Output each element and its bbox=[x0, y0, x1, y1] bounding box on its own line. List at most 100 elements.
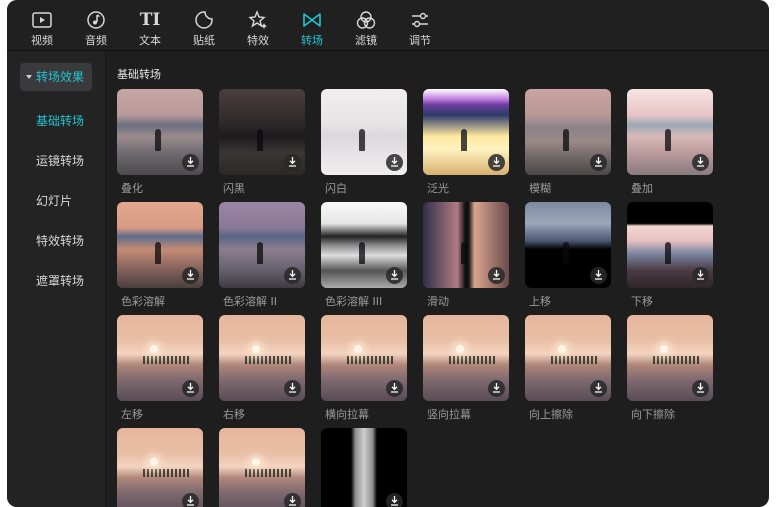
transition-label: 向上擦除 bbox=[529, 408, 573, 421]
sidebar-item-camera[interactable]: 运镜转场 bbox=[36, 153, 84, 169]
figure-silhouette bbox=[562, 241, 569, 264]
tab-filter[interactable]: 滤镜 bbox=[339, 0, 393, 50]
figure-silhouette bbox=[358, 128, 365, 151]
transition-thumbnail[interactable] bbox=[321, 202, 407, 288]
figure-silhouette bbox=[562, 128, 569, 151]
sticker-icon bbox=[193, 10, 215, 30]
download-icon[interactable] bbox=[284, 380, 301, 397]
sidebar-header-label: 转场效果 bbox=[36, 70, 85, 84]
transition-thumbnail[interactable] bbox=[117, 428, 203, 507]
transition-thumbnail[interactable] bbox=[423, 315, 509, 401]
download-icon[interactable] bbox=[692, 380, 709, 397]
download-icon[interactable] bbox=[590, 154, 607, 171]
transition-thumbnail[interactable] bbox=[117, 202, 203, 288]
figure-silhouette bbox=[256, 128, 263, 151]
download-icon[interactable] bbox=[386, 493, 403, 507]
reeds-silhouette bbox=[652, 356, 701, 365]
figure-silhouette bbox=[460, 128, 467, 151]
download-icon[interactable] bbox=[284, 154, 301, 171]
reeds-silhouette bbox=[244, 356, 293, 365]
tab-effects-label: 特效 bbox=[247, 34, 269, 47]
download-icon[interactable] bbox=[284, 267, 301, 284]
section-title: 基础转场 bbox=[117, 68, 161, 81]
download-icon[interactable] bbox=[590, 380, 607, 397]
tab-effects[interactable]: 特效 bbox=[231, 0, 285, 50]
caret-down-icon bbox=[26, 75, 32, 79]
transition-thumbnail[interactable] bbox=[423, 202, 509, 288]
tab-text-label: 文本 bbox=[139, 34, 161, 47]
download-icon[interactable] bbox=[488, 380, 505, 397]
tab-sticker-label: 贴纸 bbox=[193, 34, 215, 47]
download-icon[interactable] bbox=[692, 267, 709, 284]
transition-thumbnail[interactable] bbox=[525, 315, 611, 401]
figure-silhouette bbox=[256, 241, 263, 264]
transition-label: 闪黑 bbox=[223, 182, 245, 195]
filter-icon bbox=[355, 10, 377, 30]
transition-label: 右移 bbox=[223, 408, 245, 421]
transition-thumbnail[interactable] bbox=[219, 315, 305, 401]
download-icon[interactable] bbox=[284, 493, 301, 507]
tab-audio-label: 音频 bbox=[85, 34, 107, 47]
sun-glow bbox=[149, 345, 158, 354]
download-icon[interactable] bbox=[182, 493, 199, 507]
tab-sticker[interactable]: 贴纸 bbox=[177, 0, 231, 50]
transition-thumbnail[interactable] bbox=[525, 89, 611, 175]
download-icon[interactable] bbox=[386, 380, 403, 397]
sidebar-item-mask[interactable]: 遮罩转场 bbox=[36, 273, 84, 289]
download-icon[interactable] bbox=[692, 154, 709, 171]
audio-icon bbox=[85, 10, 107, 30]
transition-label: 色彩溶解 bbox=[121, 295, 165, 308]
transition-thumbnail[interactable] bbox=[627, 202, 713, 288]
transition-panel-window: 视频 音频 TI 文本 贴纸 特效 转场 滤镜 调节 转场效果 基础转场 运镜转… bbox=[7, 0, 769, 507]
sidebar-item-basic[interactable]: 基础转场 bbox=[36, 113, 84, 129]
transition-thumbnail[interactable] bbox=[219, 428, 305, 507]
transition-label: 泛光 bbox=[427, 182, 449, 195]
transition-thumbnail[interactable] bbox=[321, 315, 407, 401]
transition-thumbnail[interactable] bbox=[627, 315, 713, 401]
sidebar-item-effect-transition[interactable]: 特效转场 bbox=[36, 233, 84, 249]
download-icon[interactable] bbox=[386, 267, 403, 284]
video-icon bbox=[31, 10, 53, 30]
sun-glow bbox=[659, 345, 668, 354]
transition-thumbnail[interactable] bbox=[219, 89, 305, 175]
transition-thumbnail[interactable] bbox=[627, 89, 713, 175]
transition-thumbnail[interactable] bbox=[321, 89, 407, 175]
tab-adjust[interactable]: 调节 bbox=[393, 0, 447, 50]
tab-video[interactable]: 视频 bbox=[15, 0, 69, 50]
transition-label: 叠加 bbox=[631, 182, 653, 195]
figure-silhouette bbox=[154, 241, 161, 264]
transition-label: 叠化 bbox=[121, 182, 143, 195]
transition-icon bbox=[301, 10, 323, 30]
download-icon[interactable] bbox=[182, 380, 199, 397]
transition-grid-area: 基础转场 叠化 闪黑 闪白 泛光 模糊 叠加 色彩溶解 色彩溶解 II 色彩溶解 III 滑动 上移… bbox=[106, 51, 769, 507]
transition-thumbnail[interactable] bbox=[219, 202, 305, 288]
sun-glow bbox=[149, 458, 158, 467]
tab-audio[interactable]: 音频 bbox=[69, 0, 123, 50]
transition-label: 模糊 bbox=[529, 182, 551, 195]
text-icon: TI bbox=[139, 10, 161, 30]
transition-label: 色彩溶解 III bbox=[325, 295, 383, 308]
transition-thumbnail[interactable] bbox=[423, 89, 509, 175]
download-icon[interactable] bbox=[386, 154, 403, 171]
transition-thumbnail[interactable] bbox=[321, 428, 407, 507]
tab-text[interactable]: TI 文本 bbox=[123, 0, 177, 50]
download-icon[interactable] bbox=[182, 154, 199, 171]
download-icon[interactable] bbox=[488, 267, 505, 284]
transition-label: 下移 bbox=[631, 295, 653, 308]
download-icon[interactable] bbox=[590, 267, 607, 284]
download-icon[interactable] bbox=[182, 267, 199, 284]
transition-thumbnail[interactable] bbox=[117, 89, 203, 175]
top-toolbar: 视频 音频 TI 文本 贴纸 特效 转场 滤镜 调节 bbox=[7, 0, 769, 51]
figure-silhouette bbox=[460, 241, 467, 264]
sidebar-item-slideshow[interactable]: 幻灯片 bbox=[36, 193, 72, 209]
sidebar-header-transition-effects[interactable]: 转场效果 bbox=[20, 63, 92, 91]
transition-label: 滑动 bbox=[427, 295, 449, 308]
effects-icon bbox=[247, 10, 269, 30]
tab-transition[interactable]: 转场 bbox=[285, 0, 339, 50]
transition-label: 左移 bbox=[121, 408, 143, 421]
sun-glow bbox=[455, 345, 464, 354]
download-icon[interactable] bbox=[488, 154, 505, 171]
transition-thumbnail[interactable] bbox=[117, 315, 203, 401]
transition-thumbnail[interactable] bbox=[525, 202, 611, 288]
transition-label: 向下擦除 bbox=[631, 408, 675, 421]
